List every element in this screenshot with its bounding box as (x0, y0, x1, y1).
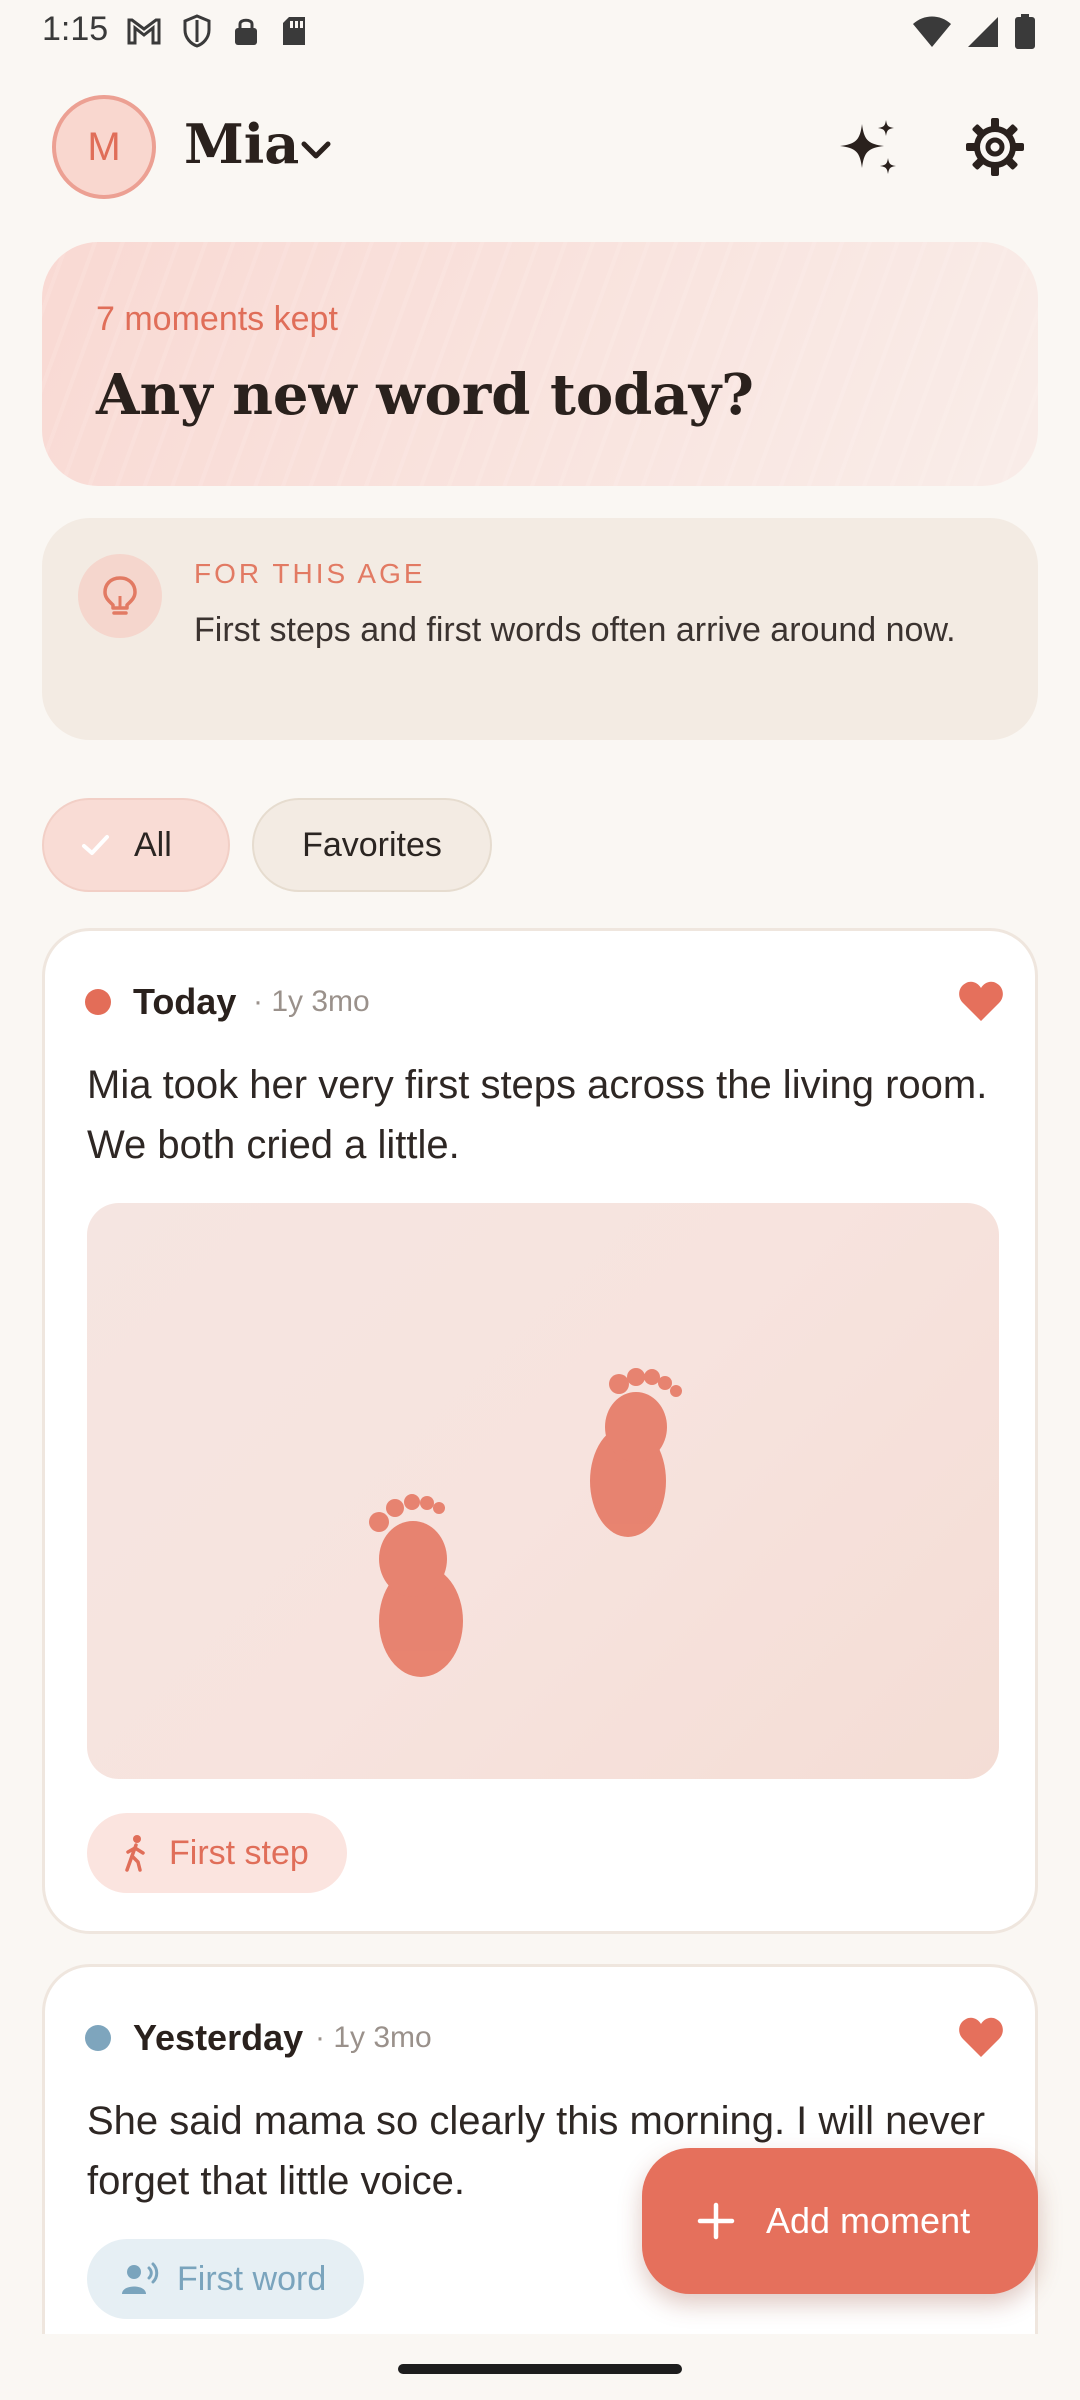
add-moment-label: Add moment (766, 2200, 971, 2241)
moment-text: Mia took her very first steps across the… (87, 1063, 988, 1167)
moment-photo[interactable] (87, 1203, 999, 1779)
moment-color-dot (85, 989, 111, 1015)
app-screen: 1:15 M Mia 7 moments kept Any new word t… (0, 0, 1080, 2400)
hero-question: Any new word today? (96, 362, 754, 428)
moment-card-header: Today · 1y 3mo (85, 979, 1005, 1025)
chevron-down-icon[interactable] (296, 130, 336, 170)
moment-card-header: Yesterday · 1y 3mo (85, 2015, 1005, 2061)
moment-tag[interactable]: First word (87, 2239, 365, 2319)
app-header: M Mia (0, 90, 1080, 204)
lock-icon (235, 18, 257, 45)
moment-tag-label: First step (169, 1833, 309, 1872)
gmail-icon (127, 18, 161, 45)
moments-count: 7 moments kept (96, 300, 338, 338)
heart-icon[interactable] (957, 979, 1005, 1023)
moment-tag-label: First word (177, 2259, 327, 2298)
lightbulb-icon (103, 576, 137, 615)
moment-age: · 1y 3mo (315, 2021, 432, 2054)
moment-date: Yesterday (133, 2017, 304, 2058)
battery-icon (1015, 14, 1035, 49)
tip-text: First steps and first words often arrive… (194, 611, 956, 649)
plus-icon (697, 2202, 735, 2240)
moment-tag[interactable]: First step (87, 1813, 347, 1893)
profile-name[interactable]: Mia (184, 112, 299, 176)
speaking-icon (122, 2262, 159, 2294)
avatar-initial: M (87, 124, 121, 169)
filter-chip-all[interactable]: All (42, 798, 230, 892)
heart-icon[interactable] (957, 2015, 1005, 2059)
wifi-icon (913, 16, 951, 47)
age-tip-card: FOR THIS AGE First steps and first words… (42, 518, 1038, 740)
moment-color-dot (85, 2025, 111, 2051)
filter-chip-favorites-label: Favorites (302, 825, 442, 864)
filter-chip-all-label: All (134, 825, 172, 864)
walking-icon (125, 1835, 145, 1872)
hero-prompt-card[interactable]: 7 moments kept Any new word today? (42, 242, 1038, 486)
status-icons-right (912, 14, 1036, 50)
status-time: 1:15 (42, 10, 109, 48)
sd-card-icon (283, 17, 305, 45)
add-moment-button[interactable]: Add moment (642, 2148, 1038, 2294)
tip-icon-wrap (78, 554, 162, 638)
status-icons-left (126, 14, 308, 48)
gear-icon[interactable] (962, 114, 1028, 180)
filter-row: All Favorites (42, 798, 492, 892)
moment-date: Today (133, 981, 237, 1022)
signal-icon (968, 17, 998, 47)
status-bar: 1:15 (0, 0, 1080, 64)
sparkle-icon[interactable] (836, 114, 902, 180)
shield-icon (183, 14, 211, 48)
moment-card[interactable]: Today · 1y 3mo Mia took her very first s… (42, 928, 1038, 1934)
moment-age: · 1y 3mo (253, 985, 370, 1018)
home-indicator[interactable] (398, 2364, 682, 2374)
tip-label: FOR THIS AGE (194, 558, 426, 589)
footprints-illustration (369, 1368, 682, 1677)
filter-chip-favorites[interactable]: Favorites (252, 798, 492, 892)
check-icon (82, 835, 109, 855)
avatar[interactable]: M (52, 95, 156, 199)
